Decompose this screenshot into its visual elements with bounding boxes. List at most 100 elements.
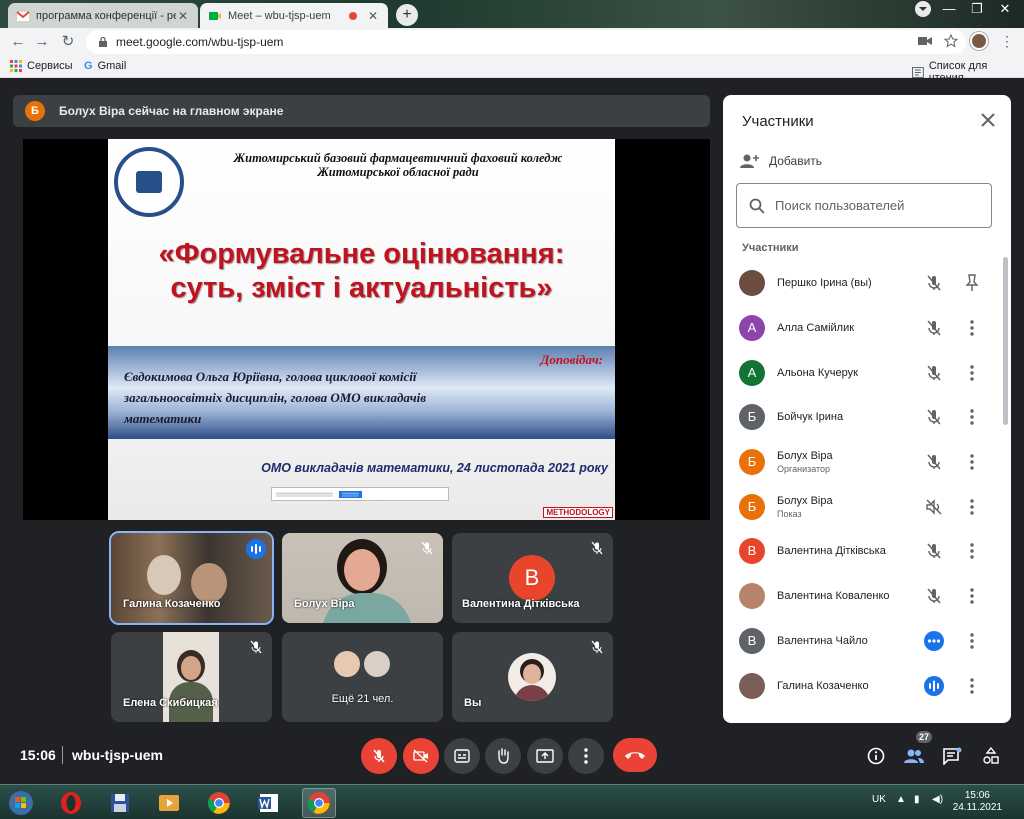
panel-scrollbar[interactable] <box>1003 257 1008 425</box>
search-field[interactable] <box>736 183 992 228</box>
star-icon[interactable] <box>944 34 958 48</box>
bookmark-apps[interactable]: Сервисы <box>10 60 73 72</box>
add-label: Добавить <box>769 154 823 168</box>
captions-button[interactable] <box>444 738 480 774</box>
forward-icon[interactable]: → <box>32 32 52 52</box>
network-icon[interactable]: ▮ <box>914 794 920 805</box>
word-taskbar-icon[interactable] <box>252 788 286 818</box>
participant-row[interactable]: В Валентина Дітківська <box>723 529 1011 574</box>
add-people-button[interactable]: Добавить <box>739 153 822 169</box>
translate-bar: ▒▒▒▒▒▒▒▒▒▒▒▒▒▒▒▒▒▒▒▒ ▒▒▒▒▒▒ <box>271 487 449 501</box>
tab-meet[interactable]: Meet – wbu-tjsp-uem ✕ <box>200 3 388 28</box>
tab-close-icon[interactable]: ✕ <box>176 9 190 23</box>
mic-off-icon <box>927 409 941 425</box>
volume-icon[interactable]: ◀) <box>932 794 943 805</box>
system-clock[interactable]: 15:06 24.11.2021 <box>953 790 1002 814</box>
system-date: 24.11.2021 <box>952 802 1002 813</box>
mic-off-icon <box>927 588 941 604</box>
mic-off-icon <box>373 749 385 763</box>
presentation-stage[interactable]: Житомирський базовий фармацевтичний фахо… <box>23 139 710 520</box>
search-input[interactable] <box>775 198 975 213</box>
show-hidden-icons-icon[interactable]: ▲ <box>896 794 906 805</box>
more-options-button[interactable] <box>568 738 604 774</box>
profile-avatar[interactable] <box>970 32 988 50</box>
avatar: Б <box>25 101 45 121</box>
gmail-icon <box>16 10 30 21</box>
more-vert-icon[interactable] <box>963 406 981 428</box>
back-icon[interactable]: ← <box>8 32 28 52</box>
speaking-indicator-icon <box>924 675 944 696</box>
college-name: Житомирський базовий фармацевтичний фахо… <box>188 151 608 179</box>
more-vert-icon[interactable] <box>963 675 981 697</box>
mic-off-icon <box>927 320 941 336</box>
tab-title: Meet – wbu-tjsp-uem <box>228 9 331 22</box>
chat-button[interactable] <box>940 744 964 768</box>
chrome-taskbar-icon[interactable] <box>202 788 236 818</box>
more-vert-icon[interactable] <box>963 630 981 652</box>
college-line-1: Житомирський базовий фармацевтичний фахо… <box>233 151 563 165</box>
search-icon <box>749 198 765 214</box>
participant-row[interactable]: Валентина Коваленко <box>723 574 1011 619</box>
slide-title-line-2: суть, зміст і актуальність» <box>170 272 553 304</box>
people-icon <box>904 749 924 763</box>
address-bar[interactable]: meet.google.com/wbu-tjsp-uem <box>86 30 966 54</box>
info-icon <box>867 747 885 765</box>
close-icon[interactable] <box>977 109 999 131</box>
more-vert-icon[interactable] <box>963 540 981 562</box>
toggle-mic-button[interactable] <box>361 738 397 774</box>
participant-row[interactable]: А Алла Самійлик <box>723 306 1011 351</box>
more-vert-icon[interactable] <box>963 451 981 473</box>
tab-close-icon[interactable]: ✕ <box>366 9 380 23</box>
participant-row[interactable]: Б Болух Віра Организатор <box>723 440 1011 485</box>
browser-menu-icon[interactable]: ⋮ <box>1000 33 1014 50</box>
pin-icon[interactable] <box>963 272 981 294</box>
participant-tile[interactable]: Болух Віра <box>282 533 443 623</box>
more-vert-icon[interactable] <box>963 317 981 339</box>
close-window-button[interactable]: ✕ <box>990 0 1020 20</box>
avatar: Б <box>739 493 765 520</box>
bookmark-gmail[interactable]: G Gmail <box>84 60 126 72</box>
bookmark-label: Сервисы <box>27 60 73 72</box>
tab-gmail[interactable]: программа конференції - pershi ✕ <box>8 3 198 28</box>
participant-row[interactable]: В Валентина Чайло <box>723 619 1011 664</box>
participant-tile[interactable]: Галина Козаченко <box>109 531 274 625</box>
minimize-button[interactable]: — <box>934 0 964 20</box>
participant-row[interactable]: А Альона Кучерук <box>723 350 1011 395</box>
new-tab-button[interactable]: + <box>396 4 418 26</box>
tab-title: программа конференції - pershi <box>36 9 176 22</box>
leave-call-button[interactable] <box>613 738 657 772</box>
more-vert-icon[interactable] <box>963 496 981 518</box>
meeting-code[interactable]: wbu-tjsp-uem <box>72 747 163 763</box>
participant-row[interactable]: Галина Козаченко <box>723 663 1011 708</box>
participant-tile[interactable]: В Валентина Дітківська <box>452 533 613 623</box>
self-tile[interactable]: Вы <box>452 632 613 722</box>
more-vert-icon[interactable] <box>963 585 981 607</box>
participants-button[interactable] <box>902 744 926 768</box>
raise-hand-button[interactable] <box>485 738 521 774</box>
more-vert-icon[interactable] <box>963 362 981 384</box>
participant-row[interactable]: Першко Ірина (вы) <box>723 261 1011 306</box>
media-player-taskbar-icon[interactable] <box>152 788 186 818</box>
chat-icon <box>943 747 962 765</box>
chrome-active-taskbar-icon[interactable] <box>302 788 336 818</box>
language-indicator[interactable]: UK <box>872 794 886 805</box>
participant-row[interactable]: Б Болух Віра Показ <box>723 484 1011 529</box>
meeting-details-button[interactable] <box>864 744 888 768</box>
opera-taskbar-icon[interactable] <box>54 788 88 818</box>
camera-icon[interactable] <box>918 35 932 47</box>
reload-icon[interactable]: ↻ <box>58 32 78 52</box>
participant-row[interactable]: Б Бойчук Ірина <box>723 395 1011 440</box>
activities-button[interactable] <box>979 744 1003 768</box>
url-text: meet.google.com/wbu-tjsp-uem <box>116 35 284 49</box>
participant-tile[interactable]: Елена Скибицкая <box>111 632 272 722</box>
panel-title: Участники <box>742 113 814 130</box>
toggle-camera-button[interactable] <box>403 738 439 774</box>
present-now-button[interactable] <box>527 738 563 774</box>
college-logo <box>114 147 184 217</box>
start-button[interactable] <box>4 788 38 818</box>
avatar: В <box>739 627 765 654</box>
maximize-button[interactable]: ❐ <box>962 0 992 20</box>
more-participants-tile[interactable]: Ещё 21 чел. <box>282 632 443 722</box>
save-disk-taskbar-icon[interactable] <box>103 788 137 818</box>
avatar <box>739 672 765 699</box>
